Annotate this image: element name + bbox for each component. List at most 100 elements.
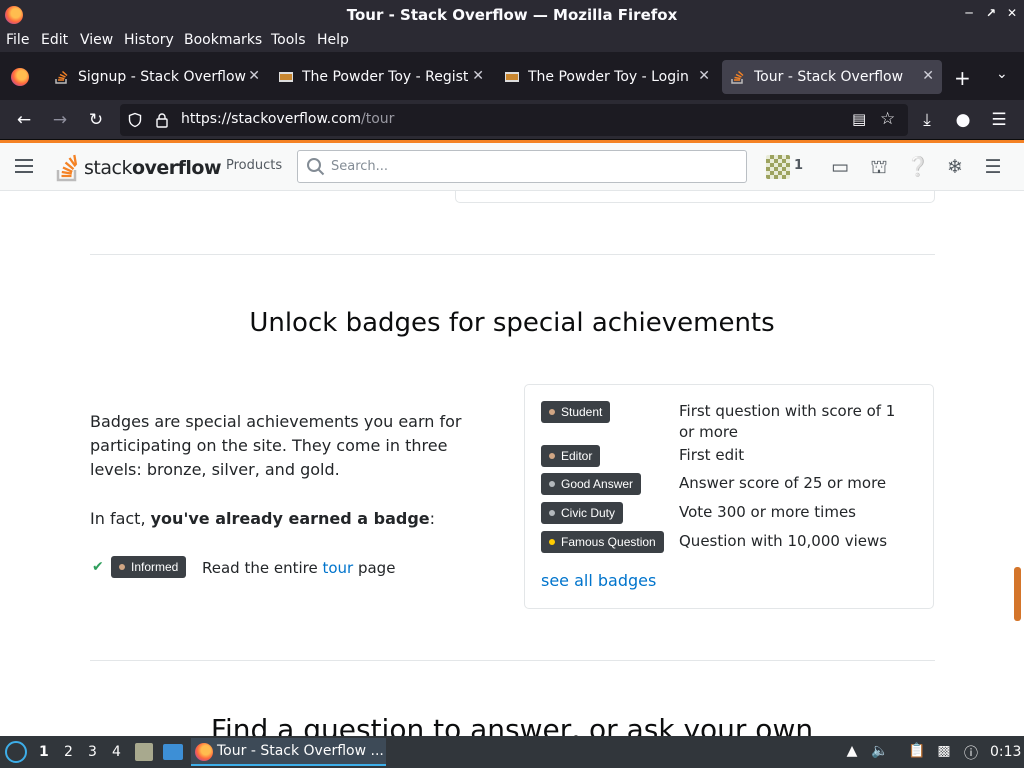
badge-description: First question with score of 1 or more bbox=[679, 402, 896, 441]
menu-history[interactable]: History bbox=[124, 32, 174, 48]
reader-view-icon[interactable]: ▤ bbox=[852, 110, 866, 128]
next-section-heading: Find a question to answer, or ask your o… bbox=[210, 713, 814, 736]
badge-description: Vote 300 or more times bbox=[679, 503, 856, 521]
achievements-trophy-icon[interactable]: ⛫ bbox=[868, 156, 890, 178]
powder-toy-favicon-icon bbox=[505, 72, 519, 82]
search-placeholder: Search... bbox=[331, 159, 389, 174]
tab-close-icon[interactable]: ✕ bbox=[698, 68, 710, 84]
menu-help[interactable]: Help bbox=[317, 32, 349, 48]
bronze-dot-icon bbox=[119, 564, 125, 570]
badge-famous-question[interactable]: Famous Question bbox=[541, 531, 664, 553]
tab-label: The Powder Toy - Login bbox=[528, 69, 689, 85]
list-tabs-chevron-icon[interactable]: ⌄ bbox=[996, 66, 1008, 82]
earned-badge-row: ✔ Informed Read the entire tour page bbox=[90, 556, 490, 582]
bronze-dot-icon bbox=[549, 453, 555, 459]
minimize-icon[interactable]: ─ bbox=[962, 6, 976, 20]
menu-view[interactable]: View bbox=[80, 32, 113, 48]
badge-description: Question with 10,000 views bbox=[679, 532, 888, 550]
maximize-icon[interactable]: ↗ bbox=[984, 6, 998, 20]
tab-bar: Signup - Stack Overflow ✕ The Powder Toy… bbox=[0, 52, 1024, 100]
forward-icon[interactable]: → bbox=[49, 109, 71, 131]
badge-civic-duty[interactable]: Civic Duty bbox=[541, 502, 624, 524]
menu-edit[interactable]: Edit bbox=[41, 32, 68, 48]
taskbar-firefox-task[interactable]: Tour - Stack Overflow ... bbox=[191, 738, 386, 766]
system-taskbar: 1 2 3 4 Tour - Stack Overflow ... ▲ 🔈 📋 … bbox=[0, 736, 1024, 768]
page-content: Unlock badges for special achievements B… bbox=[0, 191, 1024, 736]
desktop-icon[interactable] bbox=[163, 744, 183, 760]
updates-icon[interactable]: ▲ bbox=[843, 743, 861, 761]
volume-icon[interactable]: 🔈 bbox=[871, 743, 889, 761]
bookmark-star-icon[interactable]: ☆ bbox=[880, 109, 895, 129]
tab-signup[interactable]: Signup - Stack Overflow ✕ bbox=[46, 60, 268, 94]
help-icon[interactable]: ❔ bbox=[906, 156, 930, 178]
see-all-badges-link[interactable]: see all badges bbox=[541, 571, 656, 590]
menu-bookmarks[interactable]: Bookmarks bbox=[184, 32, 262, 48]
stackoverflow-favicon-icon bbox=[55, 70, 68, 84]
bronze-dot-icon bbox=[549, 409, 555, 415]
network-icon[interactable]: ▩ bbox=[935, 743, 953, 761]
extension-icon[interactable]: ● bbox=[952, 109, 974, 131]
window-title: Tour - Stack Overflow — Mozilla Firefox bbox=[346, 6, 678, 24]
lock-icon[interactable] bbox=[154, 112, 170, 128]
site-switcher-icon[interactable]: ☰ bbox=[982, 156, 1004, 178]
navigation-toolbar: ← → ↻ https://stackoverflow.com/tour ▤ ☆… bbox=[0, 100, 1024, 140]
tour-link[interactable]: tour bbox=[322, 559, 353, 577]
menu-tools[interactable]: Tools bbox=[271, 32, 306, 48]
new-tab-icon[interactable]: + bbox=[954, 66, 971, 90]
workspace-4[interactable]: 4 bbox=[112, 744, 121, 760]
page-scrollbar-thumb[interactable] bbox=[1014, 567, 1021, 621]
products-link[interactable]: Products bbox=[226, 158, 282, 173]
workspace-2[interactable]: 2 bbox=[64, 744, 73, 760]
badge-informed[interactable]: Informed bbox=[111, 556, 187, 578]
badge-good-answer[interactable]: Good Answer bbox=[541, 473, 642, 495]
user-avatar[interactable] bbox=[766, 155, 790, 179]
tab-tour[interactable]: Tour - Stack Overflow ✕ bbox=[722, 60, 942, 94]
tab-label: Signup - Stack Overflow bbox=[78, 69, 246, 85]
silver-dot-icon bbox=[549, 481, 555, 487]
review-queues-icon[interactable]: ❄ bbox=[944, 156, 966, 178]
url-bar[interactable]: https://stackoverflow.com/tour ▤ ☆ bbox=[120, 104, 908, 136]
stackoverflow-logo-icon bbox=[56, 154, 78, 182]
reputation-count[interactable]: 1 bbox=[794, 158, 803, 173]
shield-icon[interactable] bbox=[127, 112, 143, 128]
logo-text-light: stack bbox=[84, 157, 132, 179]
workspace-1[interactable]: 1 bbox=[39, 744, 49, 760]
file-manager-icon[interactable] bbox=[135, 743, 153, 761]
badges-card: Student First question with score of 1 o… bbox=[524, 384, 934, 609]
workspace-3[interactable]: 3 bbox=[88, 744, 97, 760]
hamburger-menu-icon[interactable] bbox=[15, 159, 33, 173]
tab-label: The Powder Toy - Registe bbox=[302, 69, 468, 85]
earned-badge-reason: Read the entire tour page bbox=[202, 559, 396, 577]
back-icon[interactable]: ← bbox=[13, 109, 35, 131]
tab-powder-toy-register[interactable]: The Powder Toy - Registe ✕ bbox=[270, 60, 492, 94]
previous-section-card bbox=[455, 191, 935, 203]
tab-close-icon[interactable]: ✕ bbox=[248, 68, 260, 84]
section-divider bbox=[90, 660, 935, 661]
clipboard-icon[interactable]: 📋 bbox=[908, 743, 926, 761]
close-window-icon[interactable]: ✕ bbox=[1005, 6, 1019, 20]
checkmark-icon: ✔ bbox=[92, 559, 104, 575]
section-heading: Unlock badges for special achievements bbox=[249, 308, 775, 338]
stackoverflow-logo[interactable]: stackoverflow bbox=[56, 151, 222, 183]
app-menu-icon[interactable]: ☰ bbox=[988, 109, 1010, 131]
badge-editor[interactable]: Editor bbox=[541, 445, 601, 467]
window-titlebar: Tour - Stack Overflow — Mozilla Firefox … bbox=[0, 0, 1024, 30]
search-input[interactable]: Search... bbox=[297, 150, 747, 183]
tab-close-icon[interactable]: ✕ bbox=[472, 68, 484, 84]
menu-bar: File Edit View History Bookmarks Tools H… bbox=[0, 30, 1024, 52]
inbox-icon[interactable]: ▭ bbox=[829, 156, 851, 178]
app-launcher-icon[interactable] bbox=[5, 741, 27, 763]
url-text[interactable]: https://stackoverflow.com/tour bbox=[181, 111, 394, 127]
firefox-view-icon[interactable] bbox=[11, 68, 29, 86]
downloads-icon[interactable]: ⤓ bbox=[916, 109, 938, 131]
tab-powder-toy-login[interactable]: The Powder Toy - Login ✕ bbox=[496, 60, 718, 94]
badge-student[interactable]: Student bbox=[541, 401, 611, 423]
section-divider bbox=[90, 254, 935, 255]
notifications-icon[interactable]: ⓘ bbox=[962, 743, 980, 762]
reload-icon[interactable]: ↻ bbox=[85, 109, 107, 131]
menu-file[interactable]: File bbox=[6, 32, 29, 48]
silver-dot-icon bbox=[549, 510, 555, 516]
tab-close-icon[interactable]: ✕ bbox=[922, 68, 934, 84]
earned-badge-intro: In fact, you've already earned a badge: bbox=[90, 509, 436, 528]
so-topbar: stackoverflow Products Search... 1 ▭ ⛫ ❔… bbox=[0, 143, 1024, 191]
